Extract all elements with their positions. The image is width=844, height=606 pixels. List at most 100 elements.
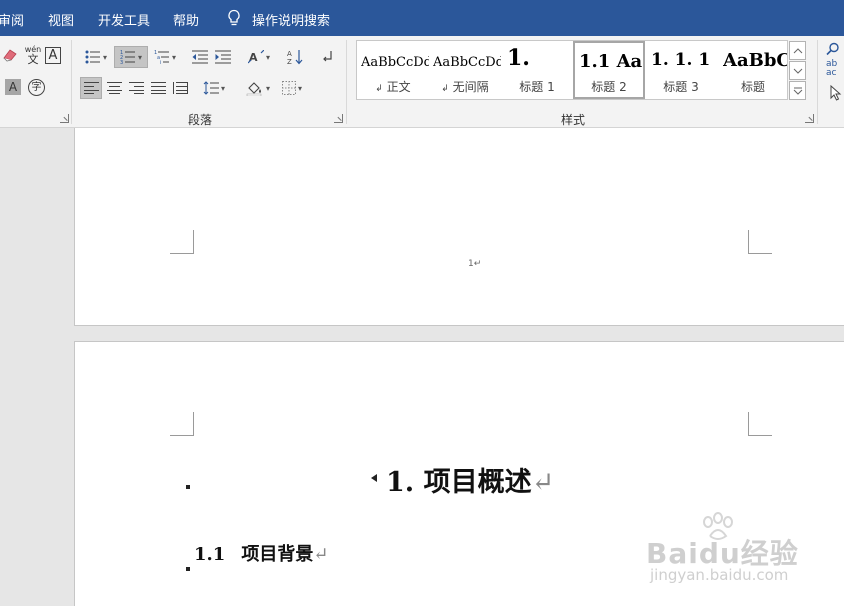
menu-bar: 审阅 视图 开发工具 帮助 操作说明搜索 bbox=[0, 0, 844, 36]
numbering-button[interactable]: 1 2 3 ▾ bbox=[114, 46, 148, 68]
lightbulb-icon bbox=[228, 9, 240, 26]
chinese-layout-button[interactable]: A ▾ bbox=[244, 46, 274, 68]
clear-formatting-icon[interactable] bbox=[2, 47, 18, 63]
sort-az-icon: AZ bbox=[287, 50, 303, 65]
paragraph-group-label: 段落 bbox=[188, 113, 213, 127]
style-title[interactable]: AaBbC 标题 bbox=[717, 41, 788, 99]
heading-1[interactable]: 1. 项目概述↵ bbox=[386, 460, 554, 499]
style-heading-2-preview: 1.1 Aa bbox=[579, 51, 643, 72]
sort-button[interactable]: AZ bbox=[284, 46, 306, 68]
character-shading-button[interactable]: A bbox=[5, 79, 21, 95]
align-center-button[interactable] bbox=[103, 77, 125, 99]
paragraph-mark-icon bbox=[323, 51, 332, 62]
styles-gallery: AaBbCcDd ↲ 正文 AaBbCcDd ↲ 无间隔 1. 标题 1 1.1… bbox=[356, 40, 788, 100]
group-separator bbox=[71, 40, 72, 124]
increase-indent-icon bbox=[215, 50, 231, 64]
tell-me-search[interactable]: 操作说明搜索 bbox=[252, 10, 330, 29]
paragraph-mark: ↵ bbox=[313, 544, 329, 565]
style-no-spacing-preview: AaBbCcDd bbox=[433, 55, 501, 70]
decrease-indent-button[interactable] bbox=[189, 46, 211, 68]
heading-2[interactable]: 1.1 项目背景↵ bbox=[194, 540, 328, 566]
formatting-mark bbox=[186, 567, 190, 571]
style-heading-2[interactable]: 1.1 Aa 标题 2 bbox=[573, 41, 645, 99]
justify-button[interactable] bbox=[147, 77, 169, 99]
style-normal-name: 正文 bbox=[386, 80, 411, 94]
line-spacing-button[interactable]: ▾ bbox=[199, 77, 229, 99]
font-dialog-launcher[interactable] bbox=[60, 114, 69, 123]
style-no-spacing[interactable]: AaBbCcDd ↲ 无间隔 bbox=[429, 41, 501, 99]
bullets-button[interactable]: ▾ bbox=[80, 46, 112, 68]
select-cursor-icon[interactable] bbox=[830, 85, 842, 101]
tab-view[interactable]: 视图 bbox=[48, 10, 74, 29]
style-title-name: 标题 bbox=[740, 80, 765, 94]
tab-help[interactable]: 帮助 bbox=[173, 10, 199, 29]
borders-button[interactable]: ▾ bbox=[276, 77, 308, 99]
watermark-url: jingyan.baidu.com bbox=[650, 566, 789, 584]
multilevel-list-button[interactable]: 1 a i ▾ bbox=[150, 46, 180, 68]
paint-bucket-icon bbox=[246, 82, 262, 96]
multilevel-list-icon: 1 a i bbox=[154, 50, 169, 64]
group-separator bbox=[817, 40, 818, 124]
margin-corner-mark bbox=[170, 230, 194, 254]
collapse-heading-arrow[interactable] bbox=[371, 474, 377, 482]
style-heading-3[interactable]: 1. 1. 1 标题 3 bbox=[645, 41, 717, 99]
paragraph-dialog-launcher[interactable] bbox=[334, 114, 343, 123]
decrease-indent-icon bbox=[192, 50, 208, 64]
gallery-scroll-down[interactable] bbox=[789, 61, 806, 80]
distributed-button[interactable] bbox=[169, 77, 191, 99]
svg-text:i: i bbox=[160, 60, 161, 64]
heading-1-text: 1. 项目概述 bbox=[386, 467, 532, 498]
style-normal-preview: AaBbCcDd bbox=[361, 55, 429, 70]
align-right-button[interactable] bbox=[125, 77, 147, 99]
style-normal[interactable]: AaBbCcDd ↲ 正文 bbox=[357, 41, 429, 99]
align-center-icon bbox=[106, 82, 122, 94]
align-left-button[interactable] bbox=[80, 77, 102, 99]
style-title-preview: AaBbC bbox=[723, 50, 788, 71]
phonetic-guide-bottom: 文 bbox=[27, 53, 39, 66]
styles-group-label: 样式 bbox=[561, 113, 586, 127]
svg-text:3: 3 bbox=[120, 60, 123, 64]
shading-button[interactable]: ▾ bbox=[241, 77, 275, 99]
style-heading-1[interactable]: 1. 标题 1 bbox=[501, 41, 573, 99]
ribbon: wén 文 A A 字 ▾ 1 2 3 ▾ 1 a i ▾ A ▾ A Z ▾ … bbox=[0, 36, 844, 128]
chevron-down-icon bbox=[793, 68, 802, 74]
bullets-icon bbox=[85, 50, 100, 64]
formatting-mark bbox=[186, 485, 190, 489]
document-page-1[interactable] bbox=[74, 128, 844, 326]
styles-dialog-launcher[interactable] bbox=[805, 114, 814, 123]
tab-developer[interactable]: 开发工具 bbox=[98, 10, 150, 29]
find-icon[interactable] bbox=[826, 42, 840, 56]
margin-corner-mark bbox=[748, 412, 772, 436]
style-mark: ↲ bbox=[375, 84, 383, 94]
svg-text:Z: Z bbox=[287, 58, 292, 65]
heading-2-text: 项目背景 bbox=[241, 544, 314, 565]
heading-2-number: 1.1 bbox=[194, 544, 226, 565]
svg-text:A: A bbox=[287, 50, 292, 58]
margin-corner-mark bbox=[170, 412, 194, 436]
gallery-scroll-up[interactable] bbox=[789, 41, 806, 60]
line-spacing-icon bbox=[203, 81, 219, 95]
style-heading-1-preview: 1. bbox=[507, 45, 530, 69]
align-right-icon bbox=[128, 82, 144, 94]
increase-indent-button[interactable] bbox=[212, 46, 234, 68]
paragraph-mark: ↵ bbox=[531, 467, 555, 498]
justify-icon bbox=[150, 82, 166, 94]
character-border-button[interactable]: A bbox=[45, 47, 61, 64]
style-heading-2-name: 标题 2 bbox=[591, 80, 627, 94]
chevron-up-icon bbox=[793, 47, 802, 53]
gallery-more[interactable] bbox=[789, 81, 806, 100]
replace-icon[interactable]: ab ac bbox=[826, 60, 844, 78]
group-separator bbox=[346, 40, 347, 124]
page-number: 1↵ bbox=[468, 259, 482, 269]
margin-corner-mark bbox=[748, 230, 772, 254]
show-hide-marks-button[interactable] bbox=[316, 46, 338, 68]
enclose-characters-button[interactable]: 字 bbox=[28, 79, 45, 96]
tab-review[interactable]: 审阅 bbox=[0, 10, 24, 29]
style-heading-1-name: 标题 1 bbox=[519, 80, 555, 94]
baidu-watermark: Baidu经验 jingyan.baidu.com bbox=[646, 512, 842, 592]
phonetic-guide-button[interactable]: wén 文 bbox=[23, 45, 43, 67]
style-no-spacing-name: 无间隔 bbox=[452, 80, 489, 94]
style-heading-3-preview: 1. 1. 1 bbox=[651, 50, 711, 70]
style-heading-3-name: 标题 3 bbox=[663, 80, 699, 94]
align-left-icon bbox=[83, 82, 99, 94]
